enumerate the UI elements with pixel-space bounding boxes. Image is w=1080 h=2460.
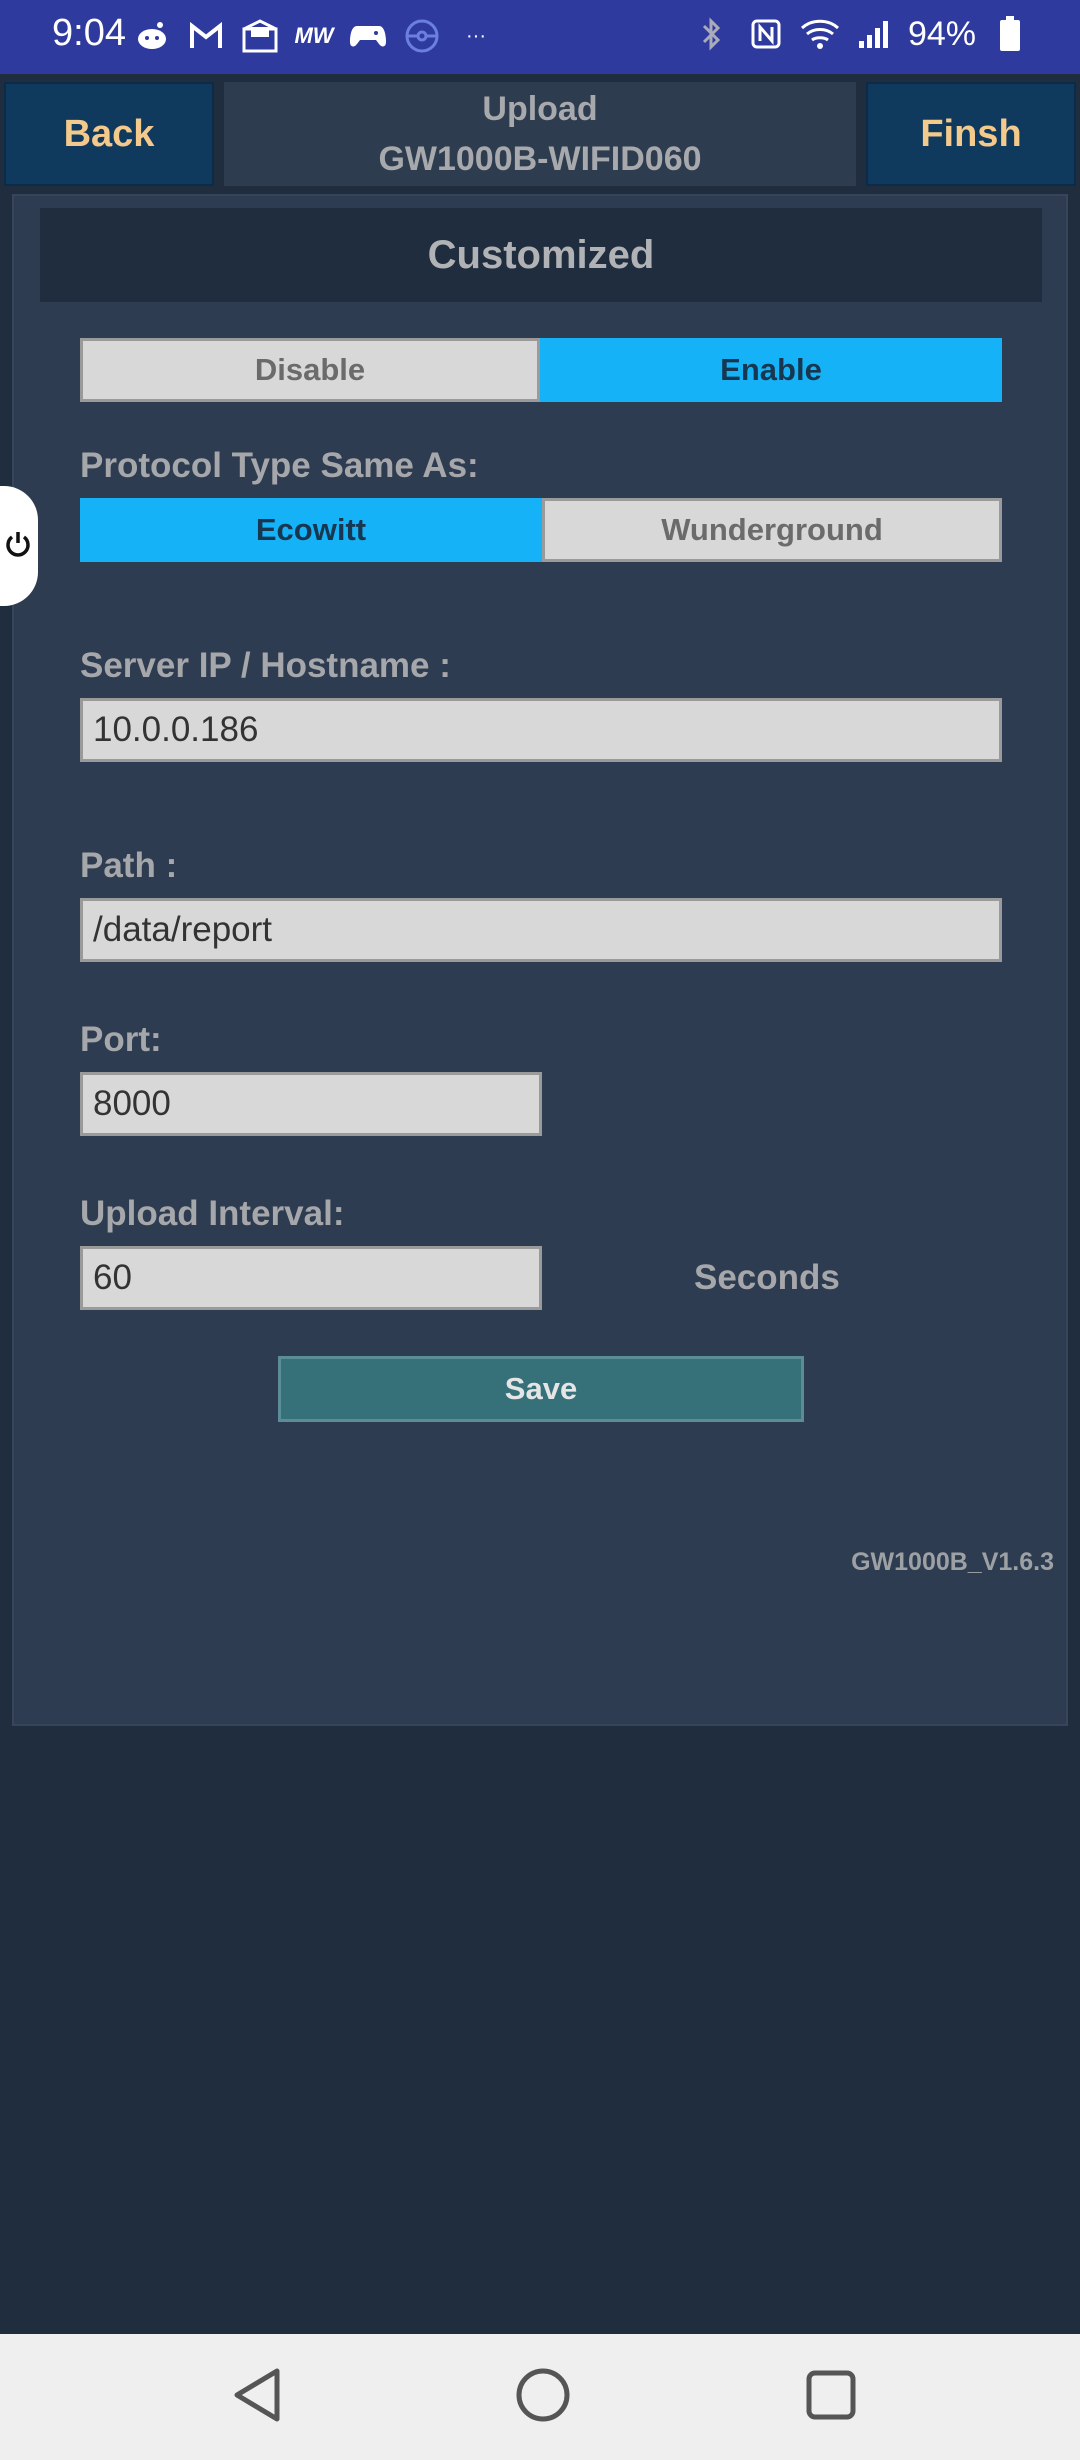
nav-recents-button[interactable] <box>796 2362 866 2432</box>
port-input[interactable]: 8000 <box>80 1072 542 1136</box>
back-triangle-icon <box>229 2365 285 2430</box>
wunderground-option[interactable]: Wunderground <box>542 498 1002 562</box>
save-button[interactable]: Save <box>278 1356 804 1422</box>
device-name: GW1000B-WIFID060 <box>378 140 702 178</box>
path-input[interactable]: /data/report <box>80 898 1002 962</box>
power-tab[interactable] <box>0 486 38 606</box>
pokeball-icon <box>402 16 442 56</box>
status-bar: 9:04 MW ··· 94% <box>0 0 1080 74</box>
finish-button[interactable]: Finsh <box>866 82 1076 186</box>
nfc-icon <box>746 14 786 54</box>
nav-back-button[interactable] <box>222 2362 292 2432</box>
home-circle-icon <box>513 2365 573 2430</box>
firmware-version: GW1000B_V1.6.3 <box>851 1548 1054 1576</box>
system-icons: 94% <box>692 14 1030 54</box>
enable-toggle[interactable]: Enable <box>540 338 1002 402</box>
status-time: 9:04 <box>52 12 126 54</box>
more-icon: ··· <box>466 24 486 47</box>
notification-icons: MW ··· <box>132 16 496 56</box>
disable-toggle[interactable]: Disable <box>80 338 540 402</box>
port-label: Port: <box>80 1020 162 1059</box>
nav-home-button[interactable] <box>508 2362 578 2432</box>
bluetooth-icon <box>692 14 732 54</box>
mw-icon: MW <box>294 23 334 48</box>
battery-percent: 94% <box>907 14 976 53</box>
section-title: Customized <box>40 208 1042 302</box>
battery-icon <box>990 14 1030 54</box>
recents-square-icon <box>801 2365 861 2430</box>
gmail-icon <box>186 16 226 56</box>
interval-unit: Seconds <box>694 1258 840 1297</box>
protocol-label: Protocol Type Same As: <box>80 446 479 485</box>
customized-panel: Customized Disable Enable Protocol Type … <box>12 194 1068 1726</box>
signal-icon <box>854 14 894 54</box>
path-label: Path : <box>80 846 178 885</box>
page-title-line1: Upload <box>482 90 598 128</box>
power-icon <box>4 530 32 563</box>
server-input[interactable]: 10.0.0.186 <box>80 698 1002 762</box>
reddit-icon <box>132 16 172 56</box>
gamepad-icon <box>348 16 388 56</box>
wifi-icon <box>800 14 840 54</box>
mail-icon <box>240 16 280 56</box>
system-nav-bar <box>0 2334 1080 2460</box>
interval-input[interactable]: 60 <box>80 1246 542 1310</box>
ecowitt-option[interactable]: Ecowitt <box>80 498 542 562</box>
app-header: Back Upload GW1000B-WIFID060 Finsh <box>0 80 1080 188</box>
server-label: Server IP / Hostname : <box>80 646 451 685</box>
back-button[interactable]: Back <box>4 82 214 186</box>
page-title: Upload GW1000B-WIFID060 <box>224 82 856 186</box>
interval-label: Upload Interval: <box>80 1194 345 1233</box>
